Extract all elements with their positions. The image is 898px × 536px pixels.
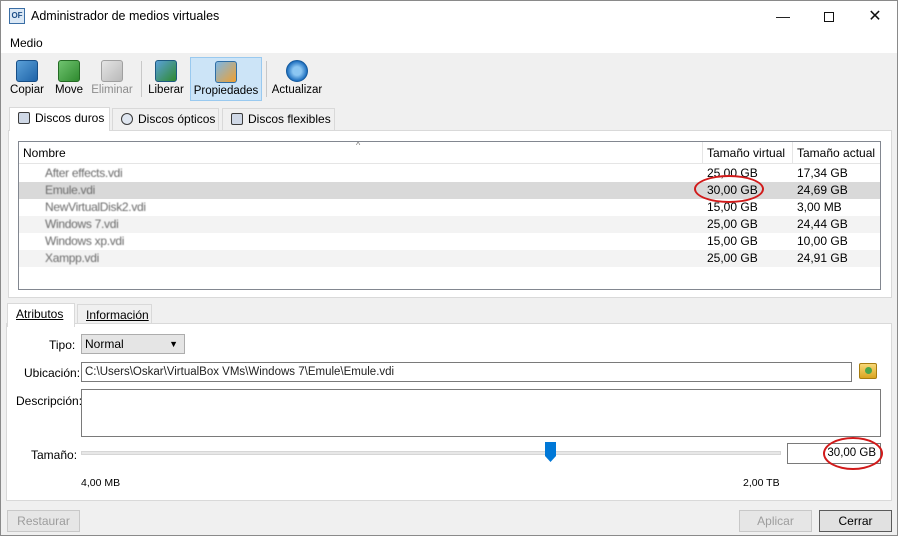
- properties-label: Propiedades: [193, 85, 259, 97]
- cell-virtual-size: 25,00 GB: [707, 166, 758, 180]
- tab-optical-disks[interactable]: Discos ópticos: [112, 108, 219, 130]
- release-button[interactable]: Liberar: [146, 57, 186, 101]
- cell-name: Windows xp.vdi: [45, 234, 125, 248]
- release-label: Liberar: [148, 84, 184, 96]
- toolbar-separator: [266, 61, 267, 97]
- cell-virtual-size: 30,00 GB: [707, 183, 758, 197]
- size-label: Tamaño:: [31, 448, 78, 462]
- location-label: Ubicación:: [24, 366, 81, 380]
- window: OF Administrador de medios virtuales — ✕…: [0, 0, 898, 536]
- table-row[interactable]: Emule.vdi 30,00 GB 24,69 GB: [19, 182, 880, 199]
- chevron-down-icon: ▼: [169, 339, 178, 349]
- media-list[interactable]: Nombre ^ Tamaño virtual Tamaño actual Af…: [18, 141, 881, 290]
- delete-button[interactable]: Eliminar: [90, 57, 134, 101]
- floppy-disk-icon: [231, 113, 243, 125]
- cell-name: Xampp.vdi: [45, 251, 99, 265]
- menu-medio[interactable]: Medio: [10, 36, 43, 50]
- close-window-button[interactable]: ✕: [852, 1, 898, 32]
- tab-label: Discos duros: [35, 111, 105, 125]
- tab-attributes[interactable]: Atributos: [7, 303, 75, 327]
- cell-name: Windows 7.vdi: [45, 217, 119, 231]
- move-button[interactable]: Move: [50, 57, 88, 101]
- copy-icon: [16, 60, 38, 82]
- cell-virtual-size: 15,00 GB: [707, 200, 758, 214]
- table-row[interactable]: Windows xp.vdi 15,00 GB 10,00 GB: [19, 233, 880, 250]
- tab-label: Atributos: [16, 307, 64, 321]
- properties-icon: [215, 61, 237, 83]
- cell-actual-size: 24,91 GB: [797, 251, 848, 265]
- description-field[interactable]: [81, 389, 881, 437]
- toolbar: Copiar Move Eliminar Liberar Propiedades…: [1, 53, 897, 103]
- cell-actual-size: 10,00 GB: [797, 234, 848, 248]
- properties-button[interactable]: Propiedades: [190, 57, 262, 101]
- refresh-icon: [286, 60, 308, 82]
- size-max-label: 2,00 TB: [743, 477, 780, 489]
- hard-disk-icon: [18, 112, 30, 124]
- window-title: Administrador de medios virtuales: [31, 9, 220, 23]
- cell-virtual-size: 25,00 GB: [707, 217, 758, 231]
- maximize-button[interactable]: [806, 1, 852, 32]
- reset-button[interactable]: Restaurar: [7, 510, 80, 532]
- size-slider-track[interactable]: [81, 451, 781, 455]
- description-label: Descripción:: [16, 394, 83, 408]
- cell-name: Emule.vdi: [45, 183, 95, 197]
- copy-label: Copiar: [10, 84, 44, 96]
- move-icon: [58, 60, 80, 82]
- type-value: Normal: [85, 337, 124, 351]
- refresh-button[interactable]: Actualizar: [271, 57, 323, 101]
- cell-name: NewVirtualDisk2.vdi: [45, 200, 146, 214]
- app-icon: OF: [9, 8, 25, 24]
- cell-virtual-size: 15,00 GB: [707, 234, 758, 248]
- cell-name: After effects.vdi: [45, 166, 123, 180]
- title-bar: OF Administrador de medios virtuales — ✕: [1, 1, 897, 32]
- maximize-icon: [824, 12, 834, 23]
- size-field[interactable]: 30,00 GB: [787, 443, 881, 464]
- type-label: Tipo:: [49, 338, 76, 352]
- folder-open-icon[interactable]: [859, 363, 877, 379]
- refresh-label: Actualizar: [271, 84, 323, 96]
- table-row[interactable]: NewVirtualDisk2.vdi 15,00 GB 3,00 MB: [19, 199, 880, 216]
- close-button[interactable]: Cerrar: [819, 510, 892, 532]
- column-header-name[interactable]: Nombre: [19, 142, 703, 164]
- delete-icon: [101, 60, 123, 82]
- table-row[interactable]: After effects.vdi 25,00 GB 17,34 GB: [19, 165, 880, 182]
- cell-actual-size: 24,44 GB: [797, 217, 848, 231]
- sort-ascending-icon: ^: [356, 141, 361, 150]
- cell-actual-size: 17,34 GB: [797, 166, 848, 180]
- optical-disc-icon: [121, 113, 133, 125]
- toolbar-separator: [141, 61, 142, 97]
- table-row[interactable]: Xampp.vdi 25,00 GB 24,91 GB: [19, 250, 880, 267]
- tab-label: Discos flexibles: [248, 112, 331, 126]
- apply-button[interactable]: Aplicar: [739, 510, 812, 532]
- cell-actual-size: 3,00 MB: [797, 200, 842, 214]
- menu-bar: Medio: [1, 32, 897, 53]
- copy-button[interactable]: Copiar: [6, 57, 48, 101]
- tab-hard-disks[interactable]: Discos duros: [9, 107, 110, 131]
- size-min-label: 4,00 MB: [81, 477, 121, 489]
- type-select[interactable]: Normal ▼: [81, 334, 185, 354]
- tab-floppy-disks[interactable]: Discos flexibles: [222, 108, 335, 130]
- move-label: Move: [54, 84, 84, 96]
- minimize-button[interactable]: —: [760, 1, 806, 32]
- release-icon: [155, 60, 177, 82]
- tab-label: Información: [86, 308, 149, 322]
- table-row[interactable]: Windows 7.vdi 25,00 GB 24,44 GB: [19, 216, 880, 233]
- cell-actual-size: 24,69 GB: [797, 183, 848, 197]
- column-header-actual-size[interactable]: Tamaño actual: [793, 142, 880, 164]
- delete-label: Eliminar: [91, 84, 133, 96]
- location-field[interactable]: C:\Users\Oskar\VirtualBox VMs\Windows 7\…: [81, 362, 852, 382]
- list-header: Nombre ^ Tamaño virtual Tamaño actual: [19, 142, 880, 164]
- tab-label: Discos ópticos: [138, 112, 216, 126]
- column-header-virtual-size[interactable]: Tamaño virtual: [703, 142, 793, 164]
- cell-virtual-size: 25,00 GB: [707, 251, 758, 265]
